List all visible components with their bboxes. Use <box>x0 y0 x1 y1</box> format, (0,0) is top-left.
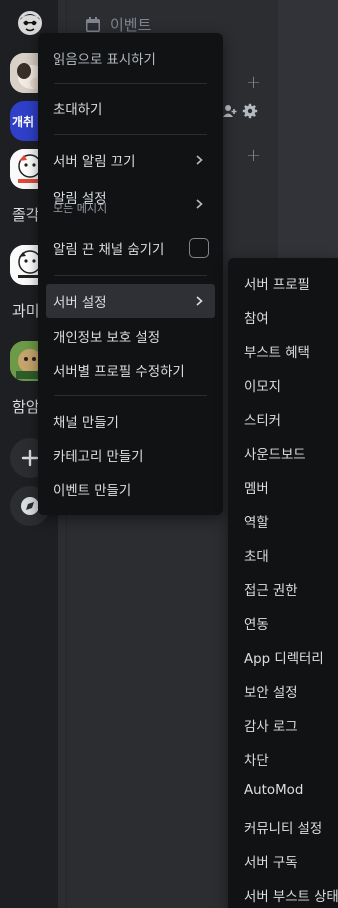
menu-separator <box>54 134 207 135</box>
menu-mute-server[interactable]: 서버 알림 끄기 <box>46 143 215 177</box>
menu-hide-muted-channels-label: 알림 끈 채널 숨기기 <box>53 243 165 258</box>
menu-mark-read[interactable]: 읽음으로 표시하기 <box>46 41 215 75</box>
menu-hide-muted-channels[interactable]: 알림 끈 채널 숨기기 <box>46 231 215 265</box>
chevron-right-icon <box>196 199 203 209</box>
submenu-item[interactable]: 접근 권한 <box>244 579 298 599</box>
server-context-menu: 읽음으로 표시하기 초대하기 서버 알림 끄기 알림 설정 모든 메시지 알림 … <box>38 33 223 515</box>
submenu-item[interactable]: 초대 <box>244 545 269 565</box>
menu-create-channel-label: 채널 만들기 <box>53 416 119 431</box>
events-label: 이벤트 <box>110 16 152 34</box>
menu-invite-label: 초대하기 <box>53 103 103 118</box>
add-channel-plus-icon[interactable]: + <box>246 72 261 93</box>
submenu-item[interactable]: 멤버 <box>244 477 269 497</box>
menu-notification-settings-sub: 모든 메시지 <box>53 202 108 215</box>
menu-server-settings[interactable]: 서버 설정 <box>46 284 215 318</box>
menu-notification-settings[interactable]: 알림 설정 모든 메시지 <box>46 182 215 226</box>
gear-icon[interactable] <box>242 103 258 119</box>
submenu-item[interactable]: App 디렉터리 <box>244 647 324 667</box>
channel-controls <box>222 100 262 122</box>
menu-server-settings-label: 서버 설정 <box>53 296 107 311</box>
chevron-right-icon <box>196 155 203 165</box>
submenu-item[interactable]: 역할 <box>244 511 269 531</box>
add-channel-plus-icon-2[interactable]: + <box>246 145 261 166</box>
menu-create-event-label: 이벤트 만들기 <box>53 484 132 499</box>
chevron-right-icon <box>196 296 203 306</box>
submenu-item[interactable]: 부스트 혜택 <box>244 341 310 361</box>
calendar-icon <box>86 16 100 32</box>
menu-separator <box>54 395 207 396</box>
menu-separator <box>54 83 207 84</box>
submenu-item[interactable]: 감사 로그 <box>244 715 298 735</box>
submenu-item[interactable]: 보안 설정 <box>244 681 298 701</box>
events-header[interactable]: 이벤트 <box>84 14 151 35</box>
menu-separator <box>54 275 207 276</box>
submenu-item[interactable]: 서버 구독 <box>244 851 298 871</box>
submenu-item[interactable]: 사운드보드 <box>244 443 306 463</box>
menu-create-category-label: 카테고리 만들기 <box>53 450 144 465</box>
menu-create-channel[interactable]: 채널 만들기 <box>46 404 215 438</box>
submenu-item[interactable]: 스티커 <box>244 409 281 429</box>
menu-privacy-settings-label: 개인정보 보호 설정 <box>53 331 161 346</box>
submenu-item[interactable]: 서버 부스트 상태 <box>244 885 338 905</box>
submenu-item[interactable]: 차단 <box>244 749 269 769</box>
menu-edit-server-profile-label: 서버별 프로필 수정하기 <box>53 365 185 380</box>
menu-mark-read-label: 읽음으로 표시하기 <box>53 53 156 68</box>
server-blue-label: 개취 <box>12 115 35 129</box>
submenu-item[interactable]: 서버 프로필 <box>244 273 310 293</box>
menu-mute-server-label: 서버 알림 끄기 <box>53 155 136 170</box>
add-member-icon[interactable] <box>222 103 238 119</box>
menu-create-event[interactable]: 이벤트 만들기 <box>46 472 215 506</box>
submenu-item[interactable]: 커뮤니티 설정 <box>244 817 322 837</box>
submenu-item[interactable]: 연동 <box>244 613 269 633</box>
server-settings-submenu: 서버 프로필 참여 부스트 혜택 이모지 스티커 사운드보드 멤버 역할 초대 … <box>228 258 338 908</box>
menu-edit-server-profile[interactable]: 서버별 프로필 수정하기 <box>46 353 215 387</box>
submenu-item[interactable]: AutoMod <box>244 783 303 798</box>
user-avatar[interactable] <box>17 10 43 36</box>
menu-create-category[interactable]: 카테고리 만들기 <box>46 438 215 472</box>
checkbox[interactable] <box>189 238 209 258</box>
submenu-item[interactable]: 참여 <box>244 307 269 327</box>
menu-invite[interactable]: 초대하기 <box>46 91 215 125</box>
menu-privacy-settings[interactable]: 개인정보 보호 설정 <box>46 319 215 353</box>
submenu-item[interactable]: 이모지 <box>244 375 281 395</box>
